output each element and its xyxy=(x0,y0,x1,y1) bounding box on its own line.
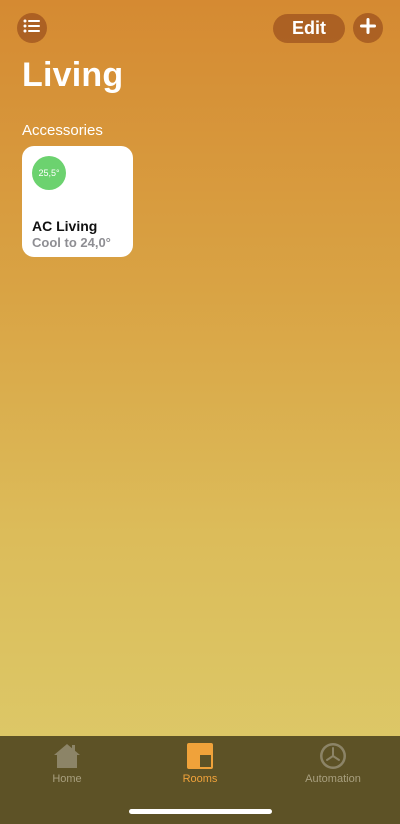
edit-button[interactable]: Edit xyxy=(273,14,345,43)
home-indicator[interactable] xyxy=(129,809,272,814)
tab-automation-label: Automation xyxy=(305,773,361,785)
list-button[interactable] xyxy=(17,13,47,43)
accessory-status: Cool to 24,0° xyxy=(32,235,111,250)
tab-home-label: Home xyxy=(52,773,82,785)
rooms-icon xyxy=(185,742,215,770)
add-button[interactable] xyxy=(353,13,383,43)
section-title-accessories: Accessories xyxy=(22,122,103,139)
tab-home[interactable]: Home xyxy=(17,742,117,792)
tab-rooms[interactable]: Rooms xyxy=(150,742,250,792)
list-icon xyxy=(23,19,41,38)
house-icon xyxy=(52,742,82,770)
clock-icon xyxy=(318,742,348,770)
plus-icon xyxy=(359,17,377,40)
tab-automation[interactable]: Automation xyxy=(283,742,383,792)
tab-rooms-label: Rooms xyxy=(182,773,218,785)
accessory-name: AC Living xyxy=(32,218,98,234)
temperature-badge: 25,5° xyxy=(32,156,66,190)
accessory-tile-ac-living[interactable]: 25,5° AC Living Cool to 24,0° xyxy=(22,146,133,257)
page-title: Living xyxy=(22,56,124,94)
